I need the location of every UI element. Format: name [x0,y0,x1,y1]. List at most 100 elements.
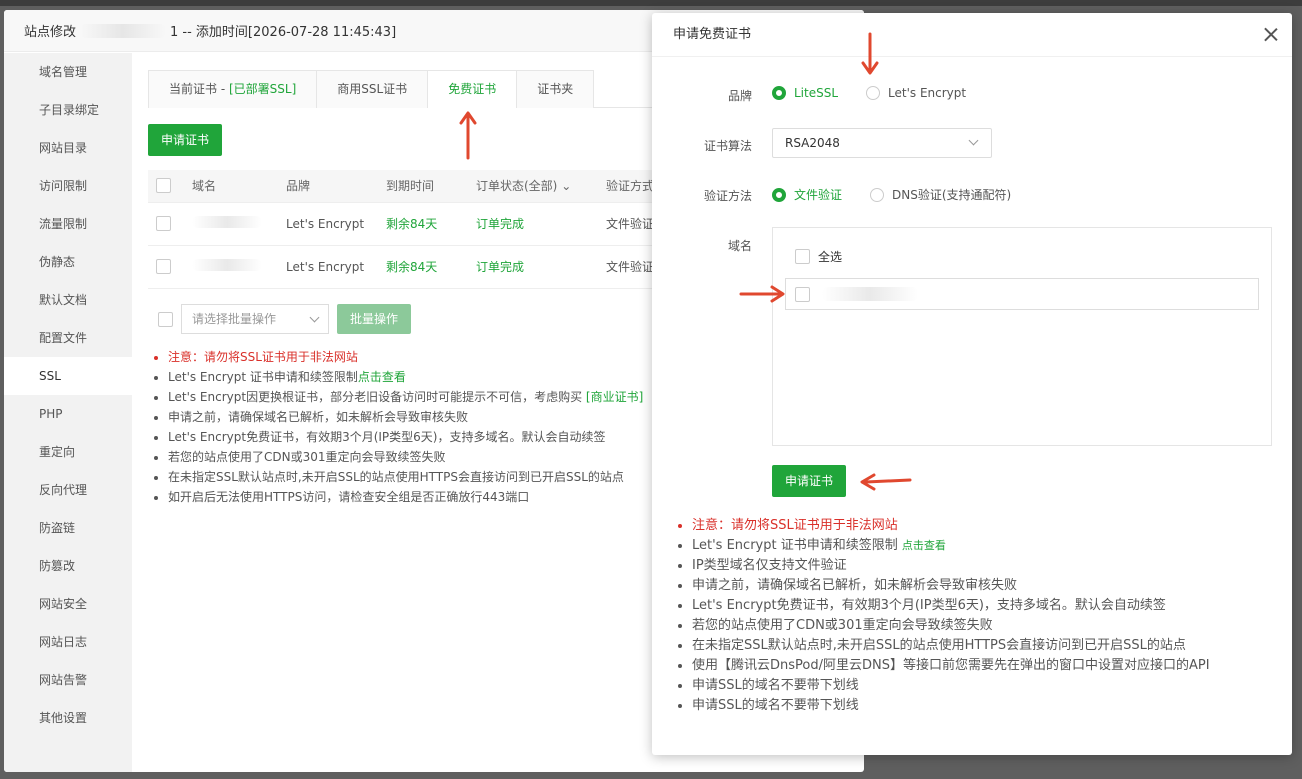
blurred-domain [192,259,262,271]
domain-list-box: 全选 [772,227,1272,446]
batch-ops-select[interactable]: 请选择批量操作 [181,304,329,334]
note-link-view[interactable]: 点击查看 [358,370,406,384]
sidebar-item-domain[interactable]: 域名管理 [4,53,132,91]
note-item: Let's Encrypt 证书申请和续签限制 点击查看 [692,536,1210,556]
blurred-domain [192,216,262,228]
table-header-brand: 品牌 [278,170,378,203]
tab-commercial-ssl[interactable]: 商用SSL证书 [316,70,429,108]
verify-label: 验证方法 [703,189,752,203]
tab-current-cert-label: 当前证书 - [169,82,229,96]
radio-dot-icon [772,187,786,202]
note-text: Let's Encrypt因更换根证书，部分老旧设备访问时可能提示不可信，考虑购… [168,390,583,404]
sidebar-item-site-dir[interactable]: 网站目录 [4,129,132,167]
sidebar-item-config-file[interactable]: 配置文件 [4,319,132,357]
note-item: 在未指定SSL默认站点时,未开启SSL的站点使用HTTPS会直接访问到已开启SS… [692,636,1210,656]
apply-free-cert-dialog: 申请免费证书 品牌 LiteSSL Let's Encrypt 证书算法 RSA… [652,13,1292,755]
note-link-commercial[interactable]: [商业证书] [586,390,643,404]
sidebar-item-default-doc[interactable]: 默认文档 [4,281,132,319]
sidebar-item-access-limit[interactable]: 访问限制 [4,167,132,205]
sidebar-item-redirect[interactable]: 重定向 [4,433,132,471]
table-row: Let's Encrypt 剩余84天 订单完成 文件验证 [148,245,668,289]
table-cell-expire: 剩余84天 [378,202,468,246]
table-header-domain: 域名 [184,170,278,203]
chevron-down-icon: ⌄ [557,179,572,194]
sidebar-item-site-alert[interactable]: 网站告警 [4,661,132,699]
algo-label: 证书算法 [703,139,752,153]
verify-radio-dns[interactable]: DNS验证(支持通配符) [870,186,1011,203]
tab-current-cert-status: [已部署SSL] [228,82,297,96]
select-all-checkbox[interactable] [795,249,810,264]
table-header-status-label: 订单状态(全部) [476,179,558,194]
select-all-row[interactable]: 全选 [795,248,842,265]
sidebar-item-traffic-limit[interactable]: 流量限制 [4,205,132,243]
note-item: Let's Encrypt 证书申请和续签限制点击查看 [168,367,643,387]
note-item: 若您的站点使用了CDN或301重定向会导致续签失败 [168,447,643,467]
domain-list-item[interactable] [785,278,1259,310]
table-header-status[interactable]: 订单状态(全部) ⌄ [468,170,598,203]
table-cell-status: 订单完成 [468,245,598,289]
sidebar-item-site-log[interactable]: 网站日志 [4,623,132,661]
site-sidebar: 域名管理 子目录绑定 网站目录 访问限制 流量限制 伪静态 默认文档 配置文件 … [4,53,132,772]
sidebar-item-other-settings[interactable]: 其他设置 [4,699,132,737]
brand-label: 品牌 [727,89,752,103]
sidebar-item-site-security[interactable]: 网站安全 [4,585,132,623]
brand-radio-letsencrypt[interactable]: Let's Encrypt [866,86,966,100]
brand-radio-litessl[interactable]: LiteSSL [772,86,838,100]
dialog-header: 申请免费证书 [652,13,1292,57]
note-item: 申请SSL的域名不要带下划线 [692,676,1210,696]
cert-table: 域名 品牌 到期时间 订单状态(全部) ⌄ 验证方式 Let's Encrypt… [148,170,668,289]
table-cell-brand: Let's Encrypt [278,202,378,246]
note-item: Let's Encrypt免费证书，有效期3个月(IP类型6天)，支持多域名。默… [692,596,1210,616]
radio-dot-icon [870,187,885,202]
apply-cert-button-bg[interactable]: 申请证书 [148,124,222,156]
table-select-all-checkbox[interactable] [156,178,171,194]
sidebar-item-hotlink[interactable]: 防盗链 [4,509,132,547]
note-item: 使用【腾讯云DnsPod/阿里云DNS】等接口前您需要先在弹出的窗口中设置对应接… [692,656,1210,676]
dialog-notes: 注意：请勿将SSL证书用于非法网站 Let's Encrypt 证书申请和续签限… [692,516,1210,716]
note-item: Let's Encrypt免费证书，有效期3个月(IP类型6天)，支持多域名。默… [168,427,643,447]
row-checkbox[interactable] [156,259,171,274]
tab-free-cert[interactable]: 免费证书 [427,70,518,108]
sidebar-item-reverse-proxy[interactable]: 反向代理 [4,471,132,509]
blurred-site-name [80,23,167,38]
domain-checkbox[interactable] [795,286,810,302]
domain-label: 域名 [727,239,752,253]
apply-cert-button[interactable]: 申请证书 [772,465,846,497]
sidebar-item-ssl[interactable]: SSL [4,357,132,395]
radio-dot-icon [772,86,786,100]
batch-select-all-checkbox[interactable] [158,311,173,327]
tab-cert-folder[interactable]: 证书夹 [516,70,595,108]
sidebar-item-subdir[interactable]: 子目录绑定 [4,91,132,129]
tab-current-cert[interactable]: 当前证书 - [已部署SSL] [148,70,318,108]
site-title-prefix: 站点修改 [24,25,77,40]
table-cell-status: 订单完成 [468,202,598,246]
brand-radio-group: LiteSSL Let's Encrypt [772,86,994,100]
table-cell-domain [184,202,278,246]
site-title-suffix: 1 -- 添加时间[2026-07-28 11:45:43] [170,25,397,40]
ssl-tabs: 当前证书 - [已部署SSL] 商用SSL证书 免费证书 证书夹 [148,70,668,108]
note-link-view[interactable]: 点击查看 [902,539,946,552]
table-cell-expire: 剩余84天 [378,245,468,289]
close-icon[interactable] [1260,24,1282,46]
note-item: 在未指定SSL默认站点时,未开启SSL的站点使用HTTPS会直接访问到已开启SS… [168,467,643,487]
table-select-all-cell [148,170,184,203]
blurred-domain [822,287,918,301]
algo-select[interactable]: RSA2048 [772,128,992,158]
radio-dot-icon [866,86,881,100]
red-arrow-icon [861,32,879,75]
sidebar-item-rewrite[interactable]: 伪静态 [4,243,132,281]
batch-ops-button[interactable]: 批量操作 [337,304,411,334]
table-header-row: 域名 品牌 到期时间 订单状态(全部) ⌄ 验证方式 [148,170,668,203]
note-item: 申请之前，请确保域名已解析，如未解析会导致审核失败 [692,576,1210,596]
note-item: IP类型域名仅支持文件验证 [692,556,1210,576]
verify-radio-file[interactable]: 文件验证 [772,186,842,203]
sidebar-item-tamper-proof[interactable]: 防篡改 [4,547,132,585]
row-checkbox[interactable] [156,216,171,231]
table-row-checkbox-cell [148,202,184,246]
table-cell-domain [184,245,278,289]
ssl-notes-bg: 注意：请勿将SSL证书用于非法网站 Let's Encrypt 证书申请和续签限… [168,347,643,507]
sidebar-item-php[interactable]: PHP [4,395,132,433]
note-text: Let's Encrypt 证书申请和续签限制 [692,538,898,553]
note-text: Let's Encrypt 证书申请和续签限制 [168,370,358,384]
brand-option-letsencrypt: Let's Encrypt [888,86,967,100]
